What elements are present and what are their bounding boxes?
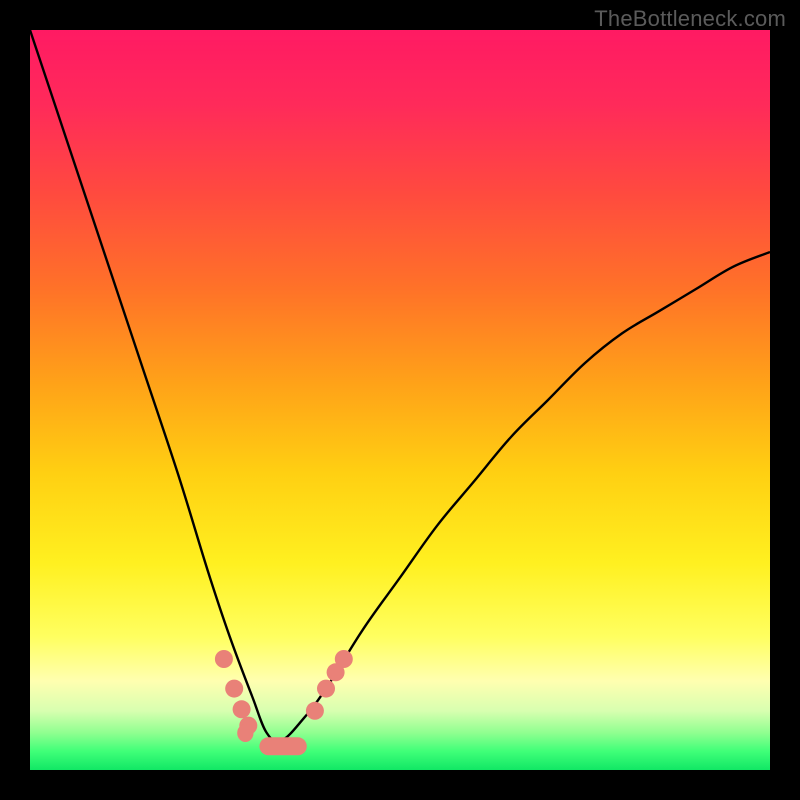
chart-frame: TheBottleneck.com [0,0,800,800]
curve-marker [215,650,233,668]
curve-marker [317,680,335,698]
chart-svg [30,30,770,770]
curve-marker [233,700,251,718]
curve-marker [335,650,353,668]
watermark-text: TheBottleneck.com [594,6,786,32]
marker-layer [215,650,353,755]
plot-area [30,30,770,770]
curve-marker-capsule [237,724,253,742]
bottleneck-curve [30,30,770,742]
curve-marker-capsule [259,737,306,755]
curve-marker [306,702,324,720]
curve-marker [225,680,243,698]
